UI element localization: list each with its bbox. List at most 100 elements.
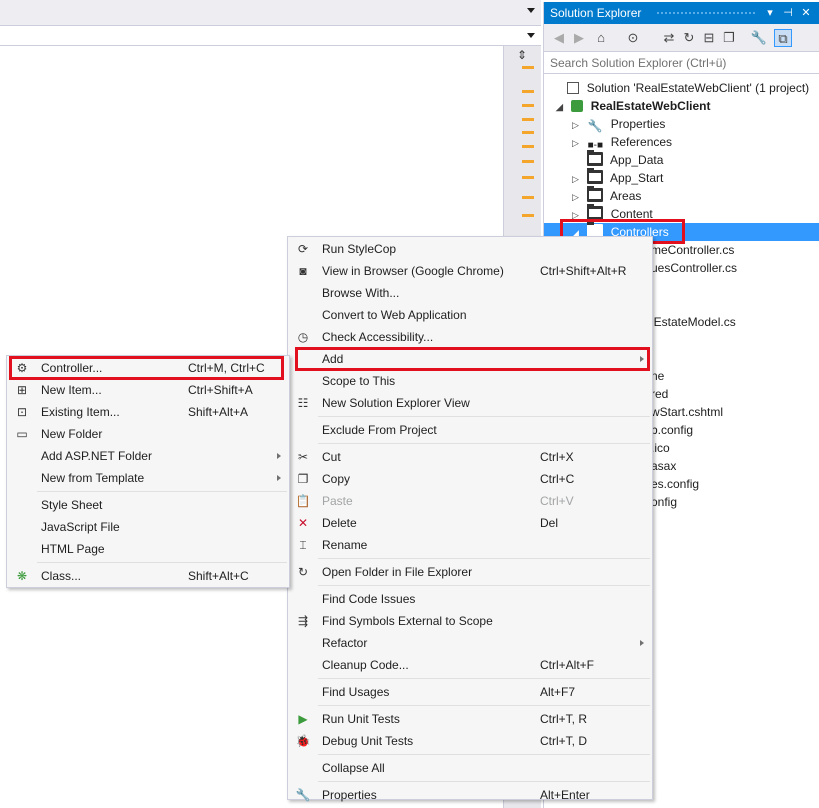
menu-item-label: Find Symbols External to Scope [322, 614, 493, 628]
menu-item-cut[interactable]: ✂ Cut Ctrl+X [288, 446, 652, 468]
menu-item-label: Browse With... [322, 286, 400, 300]
back-icon[interactable]: ◀ [550, 29, 568, 47]
menu-item-cleanup-code[interactable]: Cleanup Code... Ctrl+Alt+F [288, 654, 652, 676]
change-marker [522, 104, 534, 107]
tree-item-partial[interactable]: es.config [651, 475, 699, 493]
menu-item-browse-with[interactable]: Browse With... [288, 282, 652, 304]
menu-item-properties[interactable]: 🔧 Properties Alt+Enter [288, 784, 652, 806]
menu-item-add-asp-net-folder[interactable]: Add ASP.NET Folder [7, 445, 289, 467]
show-all-files-icon[interactable]: ❐ [720, 29, 738, 47]
preview-selected-items-icon[interactable]: ⧉ [774, 29, 792, 47]
menu-item-label: Check Accessibility... [322, 330, 434, 344]
tree-item-partial[interactable]: .ico [651, 439, 670, 457]
menu-item-refactor[interactable]: Refactor [288, 632, 652, 654]
menu-item-collapse-all[interactable]: Collapse All [288, 757, 652, 779]
highlight-frame-controller [9, 356, 284, 380]
bug-icon: 🐞 [295, 734, 311, 748]
menu-item-shortcut: Ctrl+Shift+Alt+R [540, 264, 627, 278]
menu-item-new-folder[interactable]: ▭ New Folder [7, 423, 289, 445]
tree-item-project[interactable]: ◢ RealEstateWebClient [556, 97, 711, 115]
tree-item-partial[interactable]: lEstateModel.cs [651, 313, 736, 331]
tree-item-partial[interactable]: uesController.cs [651, 259, 737, 277]
menu-item-class[interactable]: ❋ Class... Shift+Alt+C [7, 565, 289, 587]
expanded-arrow-icon[interactable]: ◢ [556, 98, 568, 116]
solution-explorer-title-bar: Solution Explorer ▾ ⊣ ✕ [544, 2, 819, 24]
tree-item-partial[interactable]: red [651, 385, 668, 403]
change-marker [522, 118, 534, 121]
browser-icon: ◙ [299, 264, 307, 278]
menu-item-paste[interactable]: 📋 Paste Ctrl+V [288, 490, 652, 512]
wrench-icon: 🔧 [587, 119, 603, 133]
refresh-icon[interactable]: ↻ [680, 29, 698, 47]
change-marker [522, 214, 534, 217]
sync-icon[interactable]: ⇄ [660, 29, 678, 47]
tree-item-partial[interactable]: asax [651, 457, 676, 475]
menu-item-open-folder-in-file-explorer[interactable]: ↻ Open Folder in File Explorer [288, 561, 652, 583]
menu-item-style-sheet[interactable]: Style Sheet [7, 494, 289, 516]
home-icon[interactable]: ⌂ [592, 29, 610, 47]
menu-item-html-page[interactable]: HTML Page [7, 538, 289, 560]
tree-item-app-start[interactable]: ▷ App_Start [572, 168, 663, 188]
window-position-icon[interactable]: ▾ [762, 2, 778, 24]
menu-item-label: Paste [322, 494, 353, 508]
forward-icon[interactable]: ▶ [570, 29, 588, 47]
tree-item-properties[interactable]: ▷ 🔧 Properties [572, 115, 665, 133]
menu-item-delete[interactable]: ✕ Delete Del [288, 512, 652, 534]
tree-item-references[interactable]: ▷ ■-■ References [572, 133, 672, 151]
menu-item-label: Run Unit Tests [322, 712, 400, 726]
menu-item-label: Exclude From Project [322, 423, 437, 437]
menu-separator [318, 558, 650, 559]
collapse-all-icon[interactable]: ⊟ [700, 29, 718, 47]
menu-item-label: HTML Page [41, 542, 105, 556]
pending-changes-filter-icon[interactable]: ⊙ [624, 29, 642, 47]
collapsed-arrow-icon[interactable]: ▷ [572, 134, 584, 152]
menu-item-label: Add ASP.NET Folder [41, 449, 152, 463]
member-dropdown[interactable] [0, 26, 541, 46]
auto-hide-pin-icon[interactable]: ⊣ [780, 2, 796, 24]
menu-item-javascript-file[interactable]: JavaScript File [7, 516, 289, 538]
menu-item-view-in-browser-google-chrome[interactable]: ◙ View in Browser (Google Chrome) Ctrl+Shi… [288, 260, 652, 282]
split-window-icon[interactable]: ⇕ [503, 46, 541, 64]
menu-item-label: Run StyleCop [322, 242, 397, 256]
collapsed-arrow-icon[interactable]: ▷ [572, 170, 584, 188]
chevron-down-icon[interactable] [527, 33, 535, 38]
menu-item-existing-item[interactable]: ⊡ Existing Item... Shift+Alt+A [7, 401, 289, 423]
menu-item-debug-unit-tests[interactable]: 🐞 Debug Unit Tests Ctrl+T, D [288, 730, 652, 752]
menu-item-run-unit-tests[interactable]: ▶ Run Unit Tests Ctrl+T, R [288, 708, 652, 730]
tree-item-partial[interactable]: b.config [651, 421, 693, 439]
menu-item-copy[interactable]: ❐ Copy Ctrl+C [288, 468, 652, 490]
tree-item-partial[interactable]: meController.cs [651, 241, 734, 259]
menu-item-run-stylecop[interactable]: ⟳ Run StyleCop [288, 238, 652, 260]
change-marker [522, 196, 534, 199]
tree-item-areas[interactable]: ▷ Areas [572, 186, 642, 206]
menu-item-rename[interactable]: ⌶ Rename [288, 534, 652, 556]
tree-item-solution[interactable]: Solution 'RealEstateWebClient' (1 projec… [552, 79, 809, 97]
menu-item-new-from-template[interactable]: New from Template [7, 467, 289, 489]
chevron-down-icon[interactable] [527, 8, 535, 13]
menu-item-shortcut: Ctrl+T, D [540, 734, 588, 748]
collapsed-arrow-icon[interactable]: ▷ [572, 188, 584, 206]
close-icon[interactable]: ✕ [798, 2, 814, 24]
menu-item-new-solution-explorer-view[interactable]: ☷ New Solution Explorer View [288, 392, 652, 414]
tree-item-partial[interactable]: ne [651, 367, 664, 385]
menu-item-convert-to-web-application[interactable]: Convert to Web Application [288, 304, 652, 326]
menu-item-find-symbols-external-to-scope[interactable]: ⇶ Find Symbols External to Scope [288, 610, 652, 632]
menu-item-exclude-from-project[interactable]: Exclude From Project [288, 419, 652, 441]
existing-item-icon: ⊡ [16, 405, 28, 419]
tree-item-partial[interactable]: onfig [651, 493, 677, 511]
menu-item-scope-to-this[interactable]: Scope to This [288, 370, 652, 392]
menu-item-label: Properties [322, 788, 377, 802]
change-marker [522, 66, 534, 69]
menu-item-new-item[interactable]: ⊞ New Item... Ctrl+Shift+A [7, 379, 289, 401]
menu-item-find-code-issues[interactable]: Find Code Issues [288, 588, 652, 610]
tree-item-partial[interactable]: wStart.cshtml [651, 403, 723, 421]
tree-item-label: Areas [610, 189, 642, 203]
folder-icon [587, 204, 604, 220]
properties-icon[interactable]: 🔧 [750, 29, 768, 47]
menu-separator [37, 491, 287, 492]
menu-item-check-accessibility[interactable]: ◷ Check Accessibility... [288, 326, 652, 348]
menu-item-find-usages[interactable]: Find Usages Alt+F7 [288, 681, 652, 703]
collapsed-arrow-icon[interactable]: ▷ [572, 116, 584, 134]
search-input[interactable]: Search Solution Explorer (Ctrl+ü) [544, 52, 819, 74]
tree-item-app-data[interactable]: App_Data [572, 150, 663, 169]
